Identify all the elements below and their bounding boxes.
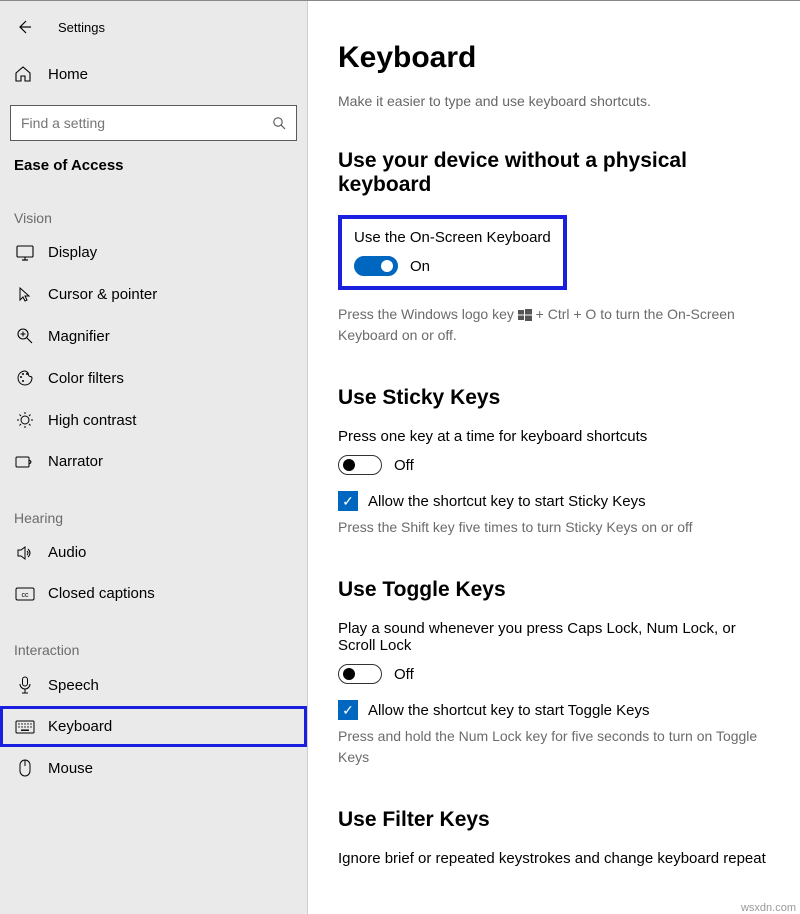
search-icon bbox=[272, 116, 286, 130]
sidebar-item-label: Audio bbox=[48, 544, 86, 561]
sticky-hint: Press the Shift key five times to turn S… bbox=[338, 517, 780, 538]
audio-icon bbox=[14, 545, 36, 561]
filter-heading: Use Filter Keys bbox=[338, 808, 780, 832]
toggle-shortcut-checkbox[interactable]: ✓ bbox=[338, 700, 358, 720]
monitor-icon bbox=[14, 245, 36, 261]
osk-toggle[interactable] bbox=[354, 256, 398, 276]
osk-highlight: Use the On-Screen Keyboard On bbox=[338, 215, 567, 290]
osk-state: On bbox=[410, 258, 430, 275]
sidebar-item-label: Display bbox=[48, 244, 97, 261]
captions-icon: cc bbox=[14, 587, 36, 601]
sidebar-item-audio[interactable]: Audio bbox=[0, 532, 307, 573]
palette-icon bbox=[14, 369, 36, 387]
sidebar-item-closed-captions[interactable]: cc Closed captions bbox=[0, 573, 307, 614]
sidebar-item-display[interactable]: Display bbox=[0, 232, 307, 273]
settings-sidebar: Settings Home Ease of Access Vision Disp… bbox=[0, 1, 308, 914]
osk-hint-before: Press the Windows logo key bbox=[338, 306, 518, 322]
watermark: wsxdn.com bbox=[741, 902, 796, 914]
windows-key-icon bbox=[518, 309, 532, 321]
magnifier-icon bbox=[14, 327, 36, 345]
page-subtitle: Make it easier to type and use keyboard … bbox=[338, 93, 780, 109]
sidebar-item-label: High contrast bbox=[48, 412, 136, 429]
contrast-icon bbox=[14, 411, 36, 429]
sticky-state: Off bbox=[394, 457, 414, 474]
toggle-checkbox-label: Allow the shortcut key to start Toggle K… bbox=[368, 702, 650, 719]
sidebar-item-magnifier[interactable]: Magnifier bbox=[0, 315, 307, 357]
settings-content: Keyboard Make it easier to type and use … bbox=[308, 1, 800, 914]
sticky-checkbox-label: Allow the shortcut key to start Sticky K… bbox=[368, 493, 646, 510]
osk-hint: Press the Windows logo key + Ctrl + O to… bbox=[338, 304, 780, 346]
sticky-toggle[interactable] bbox=[338, 455, 382, 475]
cursor-icon bbox=[14, 285, 36, 303]
sidebar-item-label: Cursor & pointer bbox=[48, 286, 157, 303]
narrator-icon bbox=[14, 454, 36, 470]
group-label-interaction: Interaction bbox=[0, 614, 307, 664]
search-input[interactable] bbox=[21, 115, 272, 131]
sticky-label: Press one key at a time for keyboard sho… bbox=[338, 428, 780, 445]
home-icon bbox=[14, 65, 36, 83]
osk-label: Use the On-Screen Keyboard bbox=[354, 229, 551, 246]
sticky-heading: Use Sticky Keys bbox=[338, 386, 780, 410]
sidebar-item-label: Mouse bbox=[48, 760, 93, 777]
osk-heading: Use your device without a physical keybo… bbox=[338, 149, 780, 197]
microphone-icon bbox=[14, 676, 36, 694]
page-title: Keyboard bbox=[338, 41, 780, 75]
section-header: Ease of Access bbox=[0, 157, 307, 182]
sticky-shortcut-checkbox[interactable]: ✓ bbox=[338, 491, 358, 511]
sidebar-item-label: Speech bbox=[48, 677, 99, 694]
togglekeys-toggle[interactable] bbox=[338, 664, 382, 684]
toggle-state: Off bbox=[394, 666, 414, 683]
home-nav[interactable]: Home bbox=[0, 55, 307, 93]
sidebar-item-speech[interactable]: Speech bbox=[0, 664, 307, 706]
search-box[interactable] bbox=[10, 105, 297, 141]
group-label-hearing: Hearing bbox=[0, 482, 307, 532]
toggle-label: Play a sound whenever you press Caps Loc… bbox=[338, 620, 768, 654]
mouse-icon bbox=[14, 759, 36, 777]
sidebar-item-label: Magnifier bbox=[48, 328, 110, 345]
sidebar-item-cursor[interactable]: Cursor & pointer bbox=[0, 273, 307, 315]
home-label: Home bbox=[48, 66, 88, 83]
sidebar-item-label: Keyboard bbox=[48, 718, 112, 735]
sidebar-item-label: Color filters bbox=[48, 370, 124, 387]
sidebar-item-narrator[interactable]: Narrator bbox=[0, 441, 307, 482]
sidebar-item-keyboard[interactable]: Keyboard bbox=[0, 706, 307, 747]
sidebar-item-color-filters[interactable]: Color filters bbox=[0, 357, 307, 399]
toggle-heading: Use Toggle Keys bbox=[338, 578, 780, 602]
back-arrow-icon[interactable] bbox=[14, 17, 34, 37]
filter-label: Ignore brief or repeated keystrokes and … bbox=[338, 850, 768, 867]
sidebar-item-high-contrast[interactable]: High contrast bbox=[0, 399, 307, 441]
sidebar-item-label: Narrator bbox=[48, 453, 103, 470]
keyboard-icon bbox=[14, 720, 36, 734]
group-label-vision: Vision bbox=[0, 182, 307, 232]
toggle-hint: Press and hold the Num Lock key for five… bbox=[338, 726, 758, 768]
sidebar-item-mouse[interactable]: Mouse bbox=[0, 747, 307, 789]
window-title: Settings bbox=[58, 20, 105, 35]
topbar: Settings bbox=[0, 13, 307, 55]
sidebar-item-label: Closed captions bbox=[48, 585, 155, 602]
svg-text:cc: cc bbox=[22, 592, 30, 599]
